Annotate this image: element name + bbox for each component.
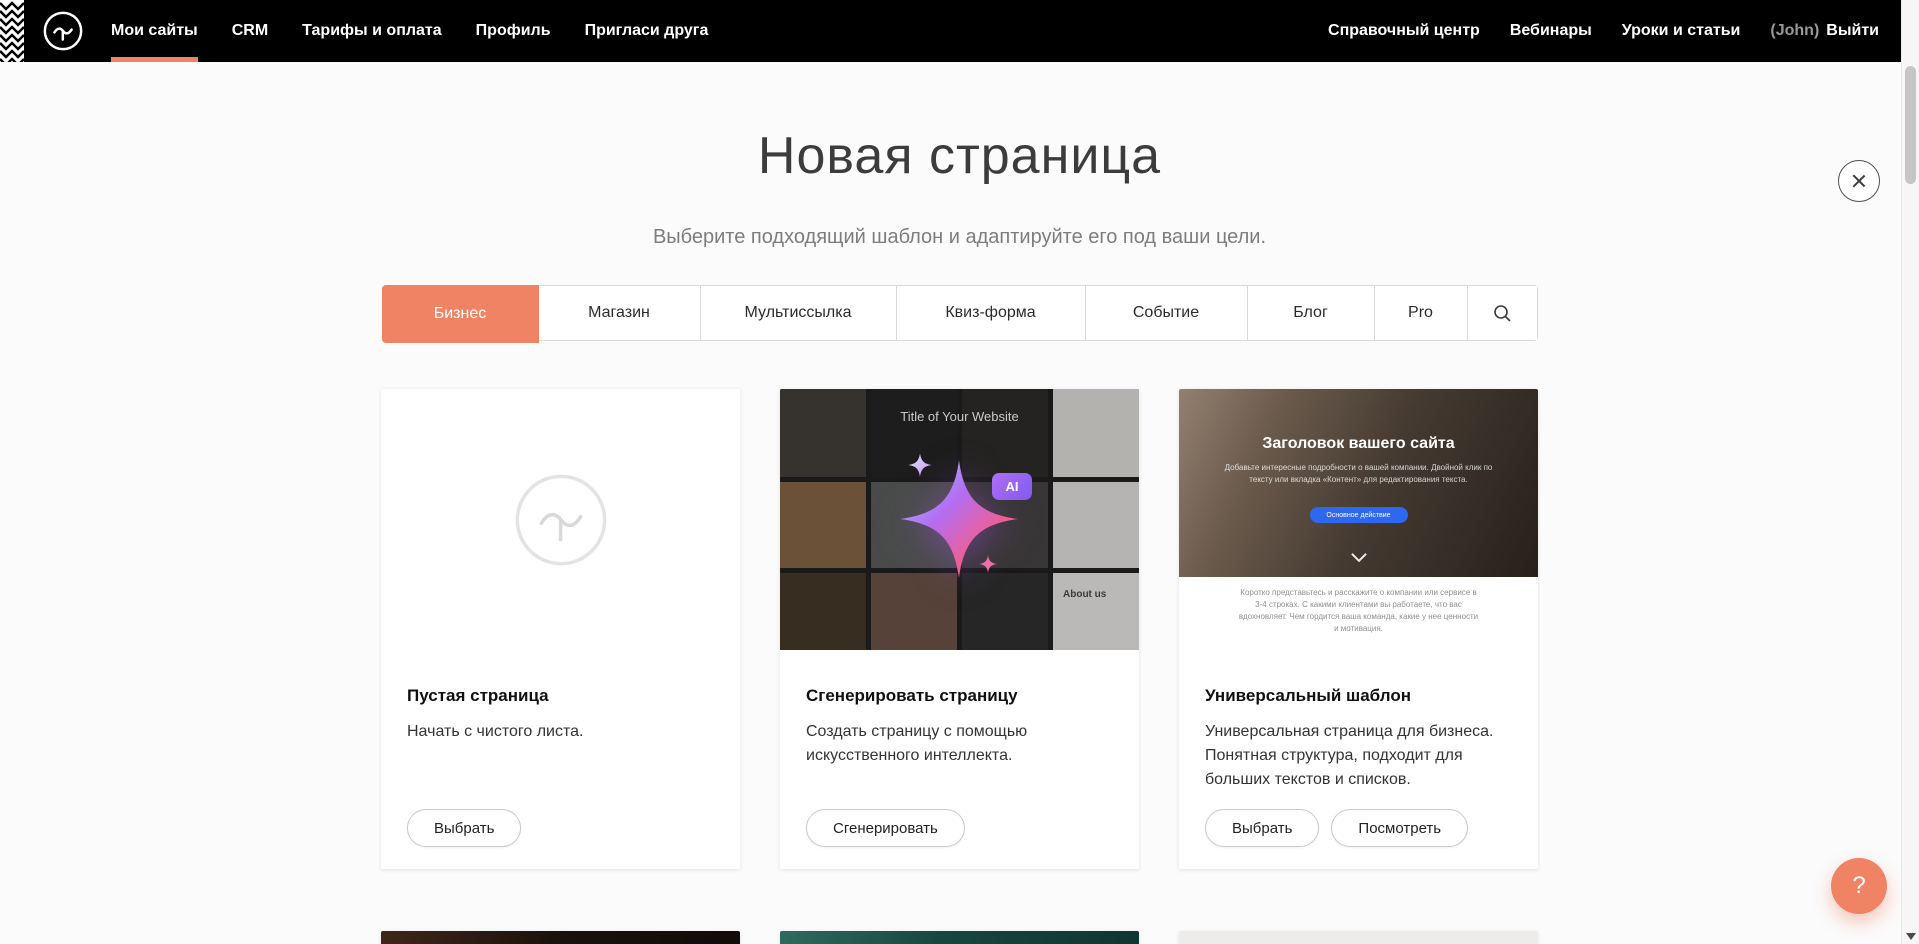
template-hero-mock: Заголовок вашего сайта Добавьте интересн… <box>1179 389 1538 577</box>
logout-button[interactable]: (John) Выйти <box>1755 22 1879 40</box>
search-icon <box>1492 303 1512 323</box>
tab-business[interactable]: Бизнес <box>382 285 539 343</box>
tab-pro[interactable]: Pro <box>1375 286 1468 340</box>
left-edge-zigzag-decoration <box>0 0 24 62</box>
nav-item-crm[interactable]: CRM <box>215 0 285 62</box>
universal-template-preview[interactable]: Заголовок вашего сайта Добавьте интересн… <box>1179 389 1538 650</box>
top-navbar: Мои сайты CRM Тарифы и оплата Профиль Пр… <box>0 0 1919 62</box>
generate-button[interactable]: Сгенерировать <box>806 809 965 847</box>
logout-label: Выйти <box>1826 22 1879 40</box>
card-description: Создать страницу с помощью искусственног… <box>806 720 1113 768</box>
preview-universal-button[interactable]: Посмотреть <box>1331 809 1468 847</box>
tilda-logo[interactable] <box>42 10 84 52</box>
template-category-tabs: Бизнес Магазин Мультиссылка Квиз-форма С… <box>382 285 1538 341</box>
tab-shop[interactable]: Магазин <box>539 286 701 340</box>
choose-blank-button[interactable]: Выбрать <box>407 809 521 847</box>
nav-item-invite-friend[interactable]: Пригласи друга <box>568 0 726 62</box>
template-body-mock: Коротко представьтесь и расскажите о ком… <box>1179 577 1538 650</box>
secondary-nav: Справочный центр Вебинары Уроки и статьи… <box>1313 0 1879 62</box>
nav-item-profile[interactable]: Профиль <box>459 0 568 62</box>
user-name: (John) <box>1770 22 1819 40</box>
chevron-down-icon <box>1351 547 1367 563</box>
template-card-partial <box>381 931 740 944</box>
template-hero-subtext: Добавьте интересные подробности о вашей … <box>1223 462 1495 486</box>
template-card-universal: Заголовок вашего сайта Добавьте интересн… <box>1179 389 1538 869</box>
card-title: Сгенерировать страницу <box>806 686 1113 706</box>
page-title: Новая страница <box>0 62 1919 186</box>
nav-item-webinars[interactable]: Вебинары <box>1495 22 1607 40</box>
card-title: Пустая страница <box>407 686 714 706</box>
template-card-partial <box>1179 931 1538 944</box>
template-card-ai-generate: About us Title of Your Website <box>780 389 1139 869</box>
main-nav: Мои сайты CRM Тарифы и оплата Профиль Пр… <box>94 0 725 62</box>
small-sparkle-icon <box>908 453 932 477</box>
template-preview[interactable] <box>1179 931 1538 944</box>
tab-blog[interactable]: Блог <box>1248 286 1375 340</box>
nav-item-my-sites[interactable]: Мои сайты <box>94 0 215 62</box>
nav-item-help-center[interactable]: Справочный центр <box>1313 22 1495 40</box>
page-subtitle: Выберите подходящий шаблон и адаптируйте… <box>0 226 1919 249</box>
small-sparkle-icon <box>979 555 997 573</box>
tilda-logo-icon <box>42 10 84 52</box>
templates-grid: Пустая страница Начать с чистого листа. … <box>381 389 1538 944</box>
tab-multilink[interactable]: Мультиссылка <box>701 286 897 340</box>
new-page-dialog: Новая страница Выберите подходящий шабло… <box>0 62 1919 944</box>
nav-item-tariffs[interactable]: Тарифы и оплата <box>285 0 459 62</box>
blank-template-preview[interactable] <box>381 389 740 650</box>
close-button[interactable] <box>1838 160 1880 202</box>
template-cta-button-mock: Основное действие <box>1310 507 1408 523</box>
template-card-blank: Пустая страница Начать с чистого листа. … <box>381 389 740 869</box>
scrollbar-thumb[interactable] <box>1905 66 1916 184</box>
close-icon <box>1851 173 1867 189</box>
scrollbar-down-arrow[interactable] <box>1906 933 1916 940</box>
choose-universal-button[interactable]: Выбрать <box>1205 809 1319 847</box>
nav-item-lessons[interactable]: Уроки и статьи <box>1607 22 1756 40</box>
help-button[interactable]: ? <box>1831 858 1887 914</box>
scrollbar[interactable] <box>1901 0 1919 944</box>
preview-site-title: Title of Your Website <box>780 409 1139 424</box>
template-preview[interactable] <box>381 931 740 944</box>
ai-template-preview[interactable]: About us Title of Your Website <box>780 389 1139 650</box>
card-title: Универсальный шаблон <box>1205 686 1512 706</box>
tab-event[interactable]: Событие <box>1086 286 1248 340</box>
card-description: Универсальная страница для бизнеса. Поня… <box>1205 720 1512 792</box>
about-us-label: About us <box>1063 589 1106 600</box>
tilda-watermark-icon <box>513 472 609 568</box>
template-body-text: Коротко представьтесь и расскажите о ком… <box>1237 587 1481 650</box>
ai-badge: AI <box>992 473 1032 500</box>
search-tab[interactable] <box>1468 286 1537 340</box>
template-card-partial <box>780 931 1139 944</box>
template-hero-heading: Заголовок вашего сайта <box>1179 389 1538 453</box>
tab-quiz-form[interactable]: Квиз-форма <box>897 286 1086 340</box>
zigzag-icon <box>0 0 24 62</box>
template-preview[interactable] <box>780 931 1139 944</box>
card-description: Начать с чистого листа. <box>407 720 714 744</box>
